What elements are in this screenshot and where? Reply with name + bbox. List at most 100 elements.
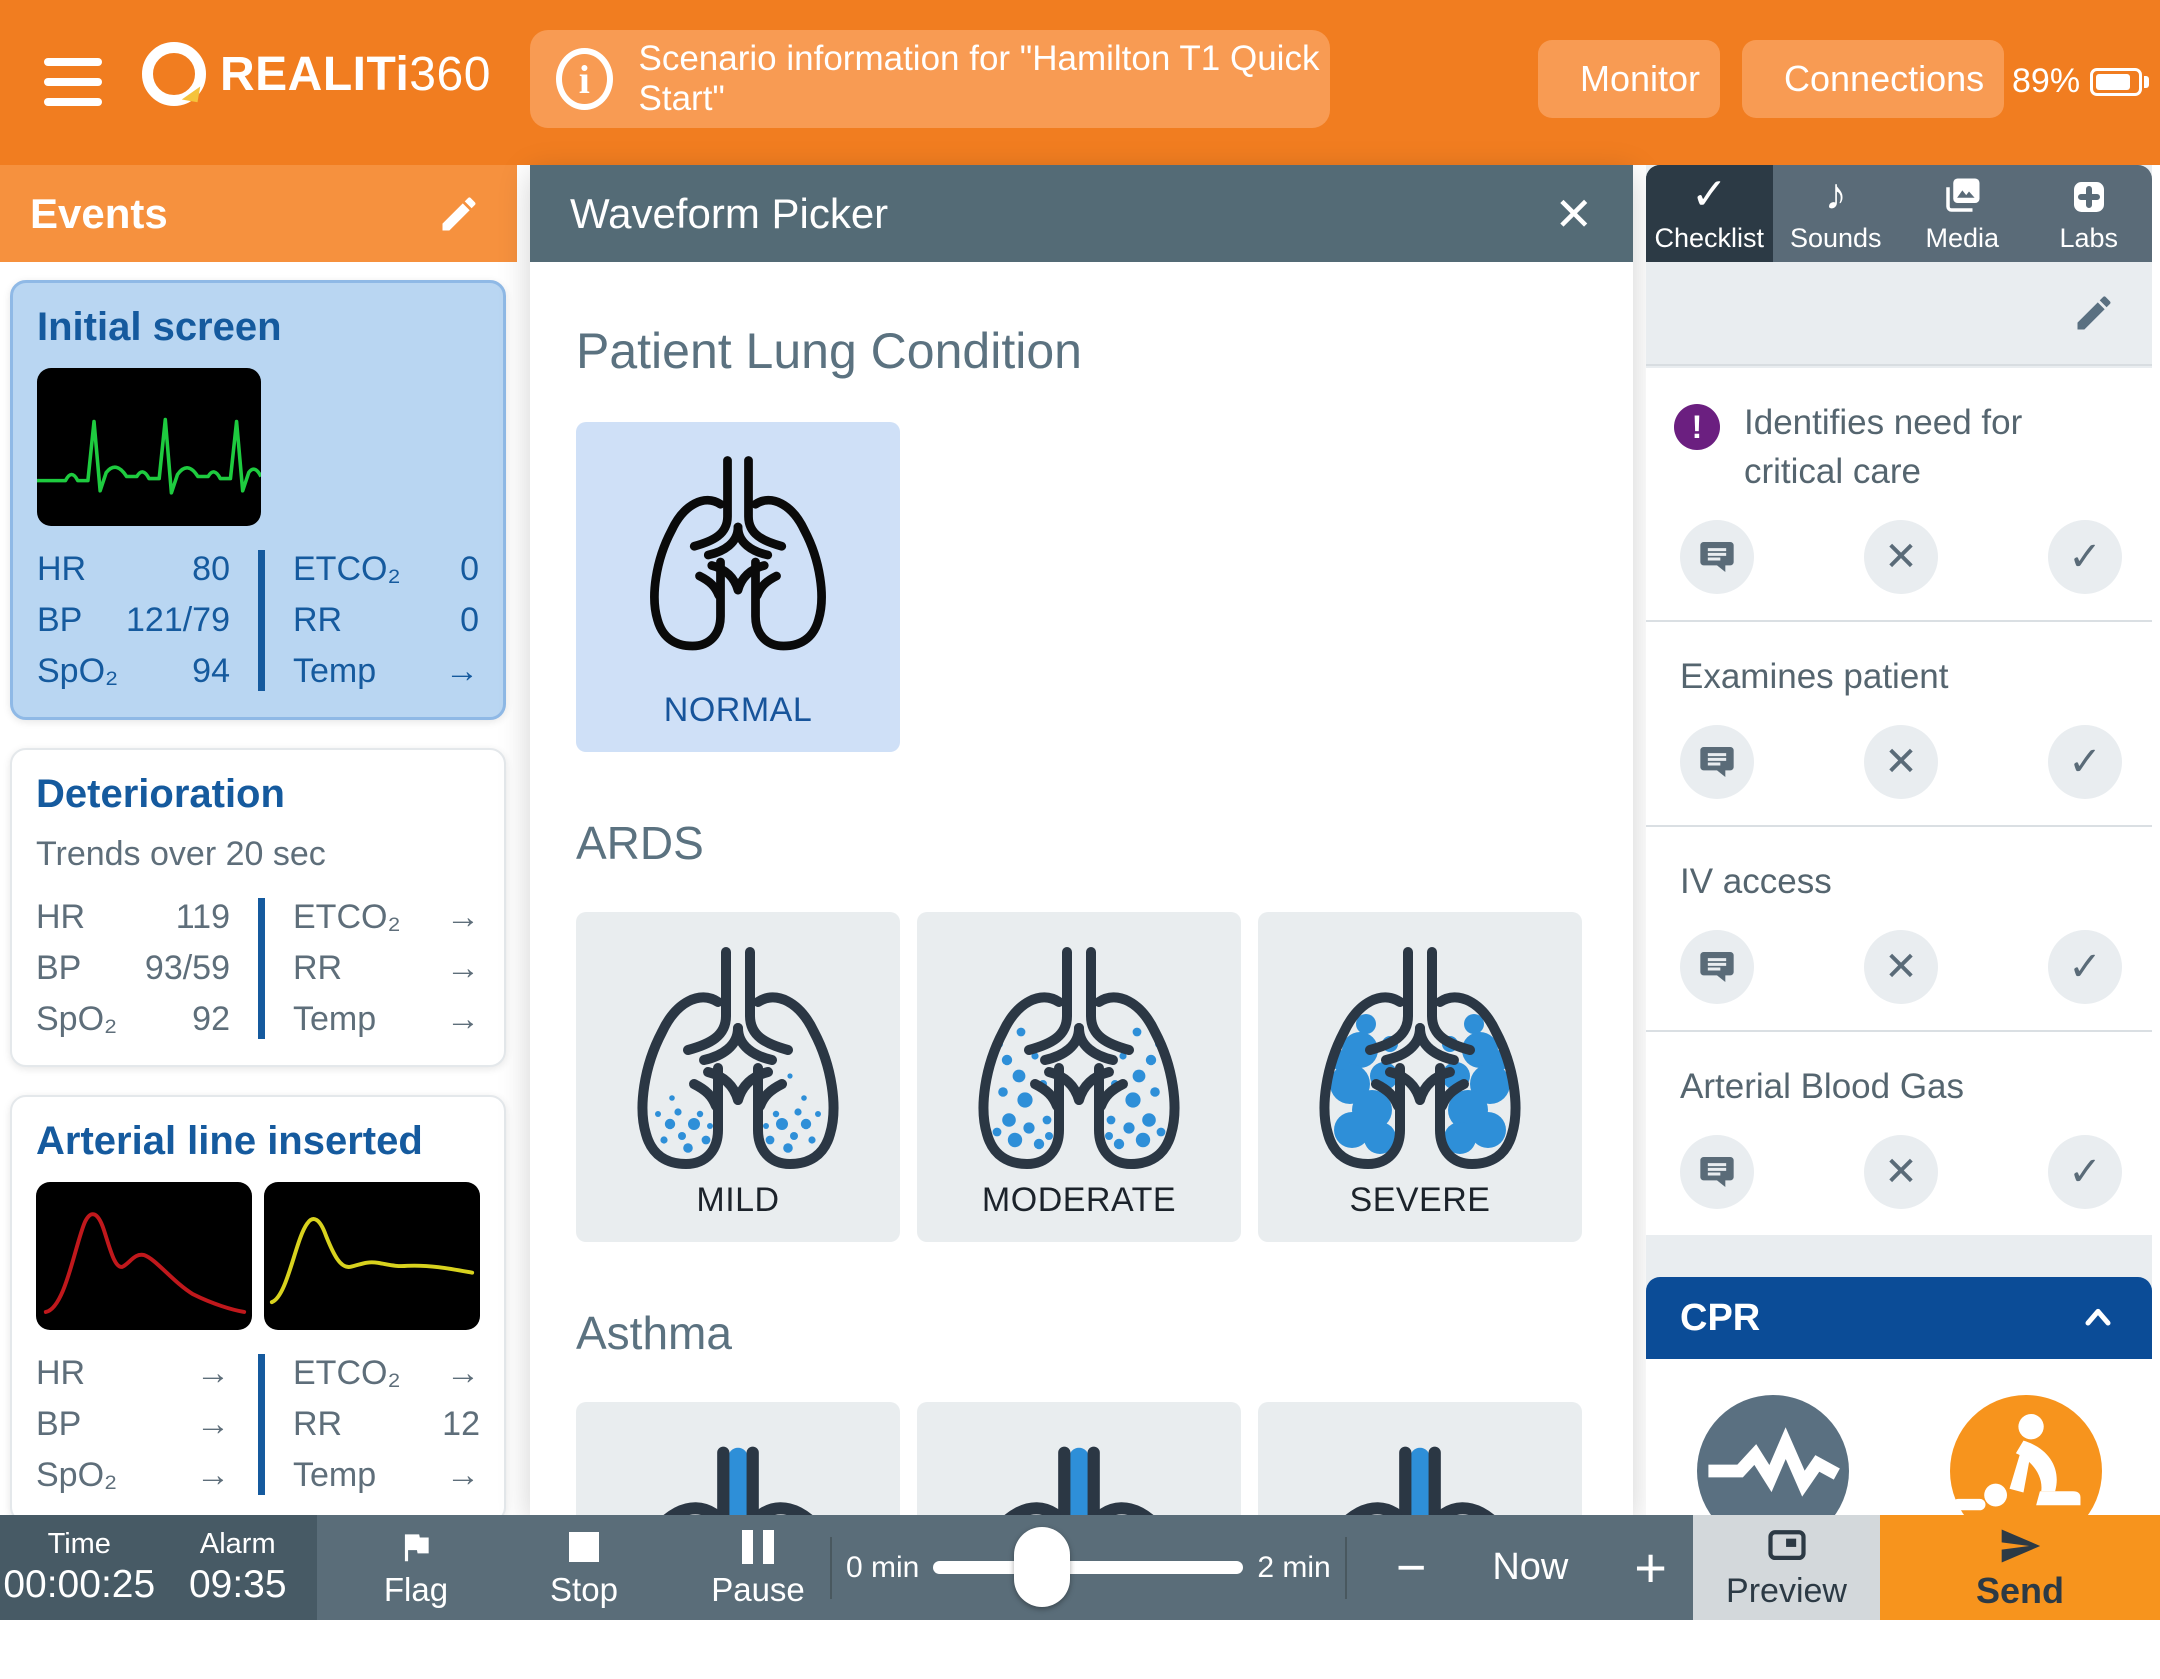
edit-events-icon[interactable]	[437, 192, 481, 236]
vital-label: RR	[293, 1405, 342, 1444]
lung-tile-asthma-severe[interactable]	[1258, 1402, 1582, 1515]
mark-complete-button[interactable]: ✓	[2048, 520, 2122, 594]
vital-value: 94	[192, 652, 230, 691]
event-card-deterioration[interactable]: Deterioration Trends over 20 sec HR119 B…	[10, 748, 506, 1067]
comment-button[interactable]	[1680, 930, 1754, 1004]
hamburger-menu-icon[interactable]	[44, 58, 102, 106]
time-panel: Time 00:00:25 Alarm 09:35	[0, 1515, 317, 1620]
mark-incorrect-button[interactable]: ✕	[1864, 930, 1938, 1004]
event-card-arterial-line[interactable]: Arterial line inserted HR→ BP→ SpO₂→ ETC…	[10, 1095, 506, 1515]
mark-complete-button[interactable]: ✓	[2048, 725, 2122, 799]
lung-tile-asthma-mild[interactable]	[576, 1402, 900, 1515]
mark-complete-button[interactable]: ✓	[2048, 930, 2122, 1004]
cpr-section-title: CPR	[1680, 1297, 1760, 1340]
modal-header: Waveform Picker ✕	[530, 165, 1633, 262]
flag-button[interactable]: Flag	[341, 1515, 491, 1620]
checklist-item-text: IV access	[1680, 857, 2122, 906]
lung-ards-severe-icon	[1300, 940, 1540, 1180]
tab-media[interactable]: Media	[1899, 165, 2026, 262]
battery-status: 89%	[2012, 62, 2149, 101]
vital-trend-arrow: →	[446, 949, 480, 988]
comment-button[interactable]	[1680, 725, 1754, 799]
tile-label: NORMAL	[664, 691, 812, 730]
lung-tile-ards-severe[interactable]: SEVERE	[1258, 912, 1582, 1242]
vital-label: RR	[293, 601, 342, 640]
comment-button[interactable]	[1680, 1135, 1754, 1209]
pause-button[interactable]: Pause	[683, 1515, 833, 1620]
vital-label: BP	[37, 601, 82, 640]
vital-value: 92	[192, 1000, 230, 1039]
ecg-waveform-thumbnail	[37, 368, 261, 526]
monitor-label: Monitor	[1580, 58, 1700, 100]
checklist-item: IV access ✕ ✓	[1646, 827, 2152, 1032]
checklist-item-text: Arterial Blood Gas	[1680, 1062, 2122, 1111]
tab-sounds[interactable]: ♪ Sounds	[1773, 165, 1900, 262]
tile-label: MODERATE	[982, 1181, 1176, 1220]
mark-complete-button[interactable]: ✓	[2048, 1135, 2122, 1209]
event-subtitle: Trends over 20 sec	[36, 835, 480, 874]
vital-label: Temp	[293, 1000, 376, 1039]
vital-trend-arrow: →	[196, 1405, 230, 1444]
vital-value: 119	[176, 898, 230, 937]
vital-label: HR	[37, 550, 86, 589]
tab-checklist[interactable]: ✓ Checklist	[1646, 165, 1773, 262]
now-button[interactable]: Now	[1492, 1546, 1568, 1589]
close-icon[interactable]: ✕	[1554, 191, 1593, 237]
checklist-item-text: Examines patient	[1680, 652, 2122, 701]
vitals-table: HR80 BP121/79 SpO₂94 ETCO₂0 RR0 Temp→	[37, 550, 479, 691]
event-title: Deterioration	[36, 772, 480, 817]
tab-label: Media	[1925, 223, 1999, 254]
vital-label: SpO₂	[37, 652, 118, 691]
elapsed-time: Time 00:00:25	[0, 1515, 159, 1620]
comment-button[interactable]	[1680, 520, 1754, 594]
vital-trend-arrow: →	[196, 1456, 230, 1495]
lung-asthma-severe-icon	[1270, 1438, 1570, 1515]
send-label: Send	[1976, 1570, 2064, 1612]
event-card-initial-screen[interactable]: Initial screen HR80 BP121/79 SpO₂94 ETCO…	[10, 280, 506, 720]
events-sidebar: Events Initial screen HR80 BP121/79 SpO₂…	[0, 165, 517, 1515]
tab-label: Sounds	[1790, 223, 1882, 254]
vital-value: 12	[442, 1405, 480, 1444]
vital-label: ETCO₂	[293, 1354, 401, 1393]
lung-tile-asthma-moderate[interactable]	[917, 1402, 1241, 1515]
timeline-slider-track[interactable]	[933, 1561, 1243, 1574]
lung-asthma-moderate-icon	[929, 1438, 1229, 1515]
connections-button[interactable]: Connections	[1742, 40, 2004, 118]
checklist-item: ! Identifies need for critical care ✕ ✓	[1646, 368, 2152, 622]
send-button[interactable]: Send	[1880, 1515, 2160, 1620]
mark-incorrect-button[interactable]: ✕	[1864, 725, 1938, 799]
timeline-slider-zone: 0 min 2 min	[830, 1515, 1370, 1620]
brand-name: REALITi	[220, 48, 409, 101]
mark-incorrect-button[interactable]: ✕	[1864, 1135, 1938, 1209]
alarm-time: Alarm 09:35	[159, 1515, 318, 1620]
waveform-picker-modal: Waveform Picker ✕ Patient Lung Condition…	[530, 165, 1633, 1515]
tab-label: Checklist	[1654, 223, 1764, 254]
scenario-info-banner[interactable]: i Scenario information for "Hamilton T1 …	[530, 30, 1330, 128]
cpr-section-header[interactable]: CPR	[1646, 1277, 2152, 1359]
plus-button[interactable]: +	[1634, 1535, 1667, 1600]
vital-label: SpO₂	[36, 1456, 117, 1495]
stop-button[interactable]: Stop	[509, 1515, 659, 1620]
vital-value: 80	[192, 550, 230, 589]
tile-label: SEVERE	[1350, 1181, 1491, 1220]
lung-tile-ards-mild[interactable]: MILD	[576, 912, 900, 1242]
edit-checklist-icon[interactable]	[2072, 291, 2116, 335]
mark-incorrect-button[interactable]: ✕	[1864, 520, 1938, 594]
event-title: Initial screen	[37, 305, 479, 350]
arterial-waveform-red-thumbnail	[36, 1182, 252, 1330]
timeline-slider-thumb[interactable]	[1014, 1527, 1070, 1607]
checklist-item-text: Identifies need for critical care	[1744, 398, 2122, 496]
lung-tile-normal[interactable]: NORMAL	[576, 422, 900, 752]
slider-max-label: 2 min	[1243, 1551, 1344, 1585]
time-label: Time	[48, 1528, 111, 1561]
media-icon	[1941, 173, 1983, 217]
monitor-button[interactable]: Monitor	[1538, 40, 1720, 118]
vital-label: RR	[293, 949, 342, 988]
tab-labs[interactable]: Labs	[2026, 165, 2153, 262]
vital-label: HR	[36, 898, 85, 937]
preview-button[interactable]: Preview	[1693, 1515, 1880, 1620]
vital-value: 0	[460, 550, 479, 589]
minus-button[interactable]: −	[1396, 1538, 1426, 1598]
lung-tile-ards-moderate[interactable]: MODERATE	[917, 912, 1241, 1242]
vital-label: SpO₂	[36, 1000, 117, 1039]
